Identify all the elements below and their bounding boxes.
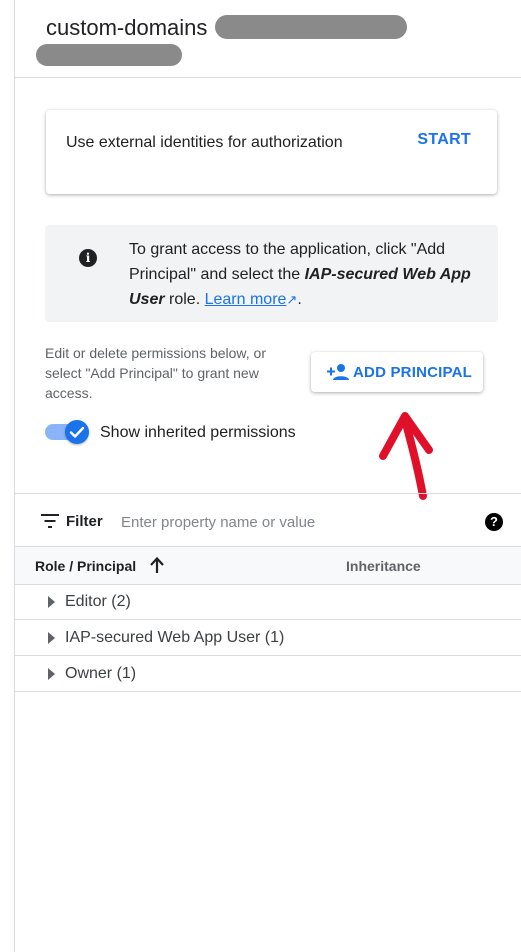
filter-label: Filter xyxy=(66,513,103,530)
expand-caret-icon[interactable] xyxy=(48,668,55,680)
show-inherited-toggle[interactable] xyxy=(45,420,91,444)
add-principal-label: ADD PRINCIPAL xyxy=(353,364,472,381)
section-divider xyxy=(15,493,521,494)
info-banner: i To grant access to the application, cl… xyxy=(45,225,498,322)
column-inheritance: Inheritance xyxy=(346,558,421,574)
annotation-arrow-icon xyxy=(379,412,433,500)
toggle-thumb xyxy=(65,420,89,444)
help-icon[interactable]: ? xyxy=(485,513,503,531)
permissions-panel: custom-domains Use external identities f… xyxy=(15,0,521,952)
column-role-principal[interactable]: Role / Principal xyxy=(35,558,136,574)
row-label: Editor (2) xyxy=(65,593,131,610)
learn-more-link[interactable]: Learn more ↗ xyxy=(205,291,298,308)
check-icon xyxy=(69,426,85,438)
add-principal-button[interactable]: ADD PRINCIPAL xyxy=(311,352,483,392)
filter-input[interactable] xyxy=(119,508,463,536)
redacted-title-line2 xyxy=(36,44,182,66)
row-label: Owner (1) xyxy=(65,665,137,682)
table-header: Role / Principal Inheritance xyxy=(15,546,521,585)
external-identities-card: Use external identities for authorizatio… xyxy=(46,110,497,194)
person-add-icon xyxy=(327,364,349,380)
info-text-after: role. xyxy=(164,291,205,308)
table-row[interactable]: IAP-secured Web App User (1) xyxy=(15,620,521,656)
permissions-description: Edit or delete permissions below, or sel… xyxy=(45,345,266,401)
learn-more-label: Learn more xyxy=(204,291,287,308)
filter-bar: Filter ? xyxy=(15,496,521,546)
table-row[interactable]: Owner (1) xyxy=(15,656,521,692)
external-link-icon: ↗ xyxy=(286,292,298,307)
sort-arrow-up-icon[interactable] xyxy=(149,556,165,574)
start-button[interactable]: START xyxy=(417,131,471,149)
row-label: IAP-secured Web App User (1) xyxy=(65,629,285,646)
info-text: To grant access to the application, clic… xyxy=(129,237,479,312)
panel-header: custom-domains xyxy=(15,0,521,78)
resource-title: custom-domains xyxy=(46,15,208,40)
info-period: . xyxy=(297,291,302,308)
info-icon: i xyxy=(79,249,97,267)
external-identities-text: Use external identities for authorizatio… xyxy=(66,134,343,151)
expand-caret-icon[interactable] xyxy=(48,632,55,644)
expand-caret-icon[interactable] xyxy=(48,596,55,608)
redacted-title-part xyxy=(215,15,407,39)
table-row[interactable]: Editor (2) xyxy=(15,584,521,620)
show-inherited-label: Show inherited permissions xyxy=(100,424,296,441)
filter-icon xyxy=(41,514,59,528)
